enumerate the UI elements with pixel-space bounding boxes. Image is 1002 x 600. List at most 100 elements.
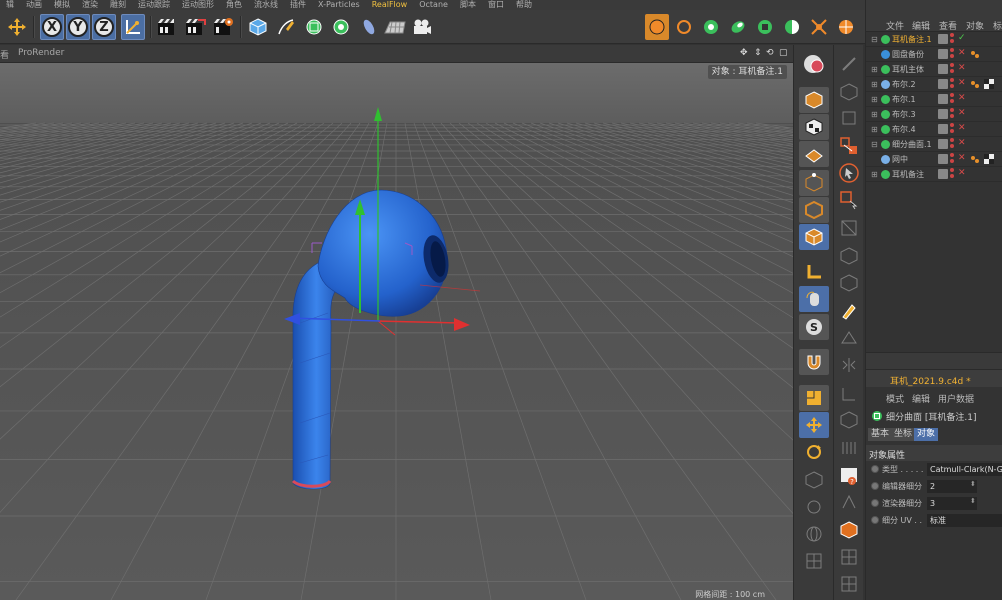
viewport-canvas[interactable] (0, 63, 793, 600)
enable-toggle-icon[interactable]: ✓ (958, 33, 966, 43)
visibility-dots-icon[interactable] (950, 168, 955, 180)
render-region-button[interactable] (799, 51, 829, 77)
visibility-dots-icon[interactable] (950, 153, 955, 165)
visibility-dots-icon[interactable] (950, 138, 955, 150)
menu-animate[interactable]: 动画 (20, 0, 48, 9)
z-axis-lock-button[interactable]: Z (92, 14, 116, 40)
layer-swatch-icon[interactable] (938, 169, 948, 179)
x-axis-lock-button[interactable]: X (40, 14, 64, 40)
viewport-updown-icon[interactable]: ⇕ (754, 48, 762, 58)
enable-toggle-icon[interactable]: ✕ (958, 153, 966, 163)
edges-mode-button[interactable] (799, 197, 829, 223)
cloner-button[interactable] (329, 14, 353, 40)
menu-xparticles[interactable]: X-Particles (312, 0, 366, 9)
loop-cut-button[interactable] (834, 270, 864, 296)
am-menu-mode[interactable]: 模式 (886, 392, 904, 405)
object-row[interactable]: ⊞ 布尔.1 ✕ (866, 92, 1002, 107)
tab-object[interactable]: 对象 (914, 428, 939, 441)
help-tool-button[interactable]: ? (834, 463, 864, 489)
om-menu-view[interactable]: 查看 (939, 19, 957, 32)
knife-tool-button[interactable] (834, 51, 864, 77)
points-mode-button[interactable] (799, 170, 829, 196)
disabled-tool-2-button[interactable] (799, 494, 829, 520)
menu-plugins[interactable]: 插件 (284, 0, 312, 9)
om-menu-objects[interactable]: 对象 (966, 19, 984, 32)
workplane-move-button[interactable] (799, 412, 829, 438)
menu-sculpt[interactable]: 雕刻 (104, 0, 132, 9)
checker-tag-icon[interactable] (984, 154, 994, 164)
enable-toggle-icon[interactable]: ✕ (958, 138, 966, 148)
subdivide-uv-dropdown[interactable]: 标准 (927, 514, 1002, 527)
render-subdivision-stepper[interactable]: ⬍ (970, 497, 976, 505)
menu-simulate[interactable]: 模拟 (48, 0, 76, 9)
visibility-dots-icon[interactable] (950, 123, 955, 135)
expand-toggle-icon[interactable]: ⊞ (871, 170, 878, 179)
octane-tool-2-button[interactable] (699, 14, 723, 40)
am-menu-userdata[interactable]: 用户数据 (938, 392, 974, 405)
brush-tool-button[interactable] (834, 298, 864, 324)
subdivide-uv-keyframe-toggle[interactable] (871, 516, 879, 524)
menu-octane[interactable]: Octane (413, 0, 454, 9)
tab-coord[interactable]: 坐标 (891, 428, 916, 441)
workplane-mode-button[interactable] (799, 141, 829, 167)
disabled-tool-4-button[interactable] (799, 548, 829, 574)
octane-tool-7-button[interactable] (834, 14, 858, 40)
polygons-mode-button[interactable] (799, 224, 829, 250)
extrude-tool-button[interactable] (834, 79, 864, 105)
layer-swatch-icon[interactable] (938, 49, 948, 59)
move-tool-button[interactable] (5, 14, 29, 40)
render-subdivision-keyframe-toggle[interactable] (871, 499, 879, 507)
octane-tool-6-button[interactable] (807, 14, 831, 40)
orange-cube-tool-button[interactable] (834, 517, 864, 543)
model-mode-button[interactable] (799, 87, 829, 113)
axis-mode-button[interactable] (799, 259, 829, 285)
octane-tool-5-button[interactable] (780, 14, 804, 40)
expand-toggle-icon[interactable]: ⊟ (871, 35, 878, 44)
type-keyframe-toggle[interactable] (871, 465, 879, 473)
enable-toggle-icon[interactable]: ✕ (958, 78, 966, 88)
viewport-rotate-icon[interactable]: ⟲ (766, 48, 774, 58)
bridge-tool-button[interactable] (834, 243, 864, 269)
layer-swatch-icon[interactable] (938, 154, 948, 164)
viewport-navigate-icon[interactable]: ✥ (740, 48, 748, 58)
object-row[interactable]: ⊞ 耳机主体 ✕ (866, 62, 1002, 77)
array-tool-button[interactable] (834, 435, 864, 461)
om-menu-edit[interactable]: 编辑 (912, 19, 930, 32)
texture-mode-button[interactable] (799, 114, 829, 140)
visibility-dots-icon[interactable] (950, 108, 955, 120)
expand-toggle-icon[interactable]: ⊞ (871, 65, 878, 74)
expand-toggle-icon[interactable]: ⊞ (871, 80, 878, 89)
menu-character[interactable]: 角色 (220, 0, 248, 9)
layer-swatch-icon[interactable] (938, 34, 948, 44)
polygon-pen-button[interactable] (834, 544, 864, 570)
3d-viewport[interactable]: 对象 : 耳机备注.1 网格间距 : 100 cm (0, 63, 793, 600)
enable-toggle-icon[interactable]: ✕ (958, 48, 966, 58)
render-settings-button[interactable] (211, 14, 235, 40)
solo-mode-button[interactable]: S (799, 314, 829, 340)
am-menu-edit[interactable]: 编辑 (912, 392, 930, 405)
layer-swatch-icon[interactable] (938, 94, 948, 104)
octane-tool-3-button[interactable] (726, 14, 750, 40)
expand-toggle-icon[interactable]: ⊞ (871, 125, 878, 134)
enable-toggle-icon[interactable]: ✕ (958, 123, 966, 133)
object-row[interactable]: ⊟ 耳机备注.1 ✓ (866, 32, 1002, 47)
selection-group-button[interactable] (834, 133, 864, 159)
object-row[interactable]: ⊞ 布尔.3 ✕ (866, 107, 1002, 122)
om-menu-file[interactable]: 文件 (886, 19, 904, 32)
stitch-tool-button[interactable] (834, 489, 864, 515)
visibility-dots-icon[interactable] (950, 78, 955, 90)
cube-primitive-button[interactable] (246, 14, 270, 40)
viewport-menu-view[interactable]: 看 (0, 48, 9, 61)
layer-swatch-icon[interactable] (938, 64, 948, 74)
normal-move-button[interactable] (834, 381, 864, 407)
magnet-tool-button[interactable] (834, 325, 864, 351)
editor-subdivision-keyframe-toggle[interactable] (871, 482, 879, 490)
mirror-tool-button[interactable] (834, 352, 864, 378)
visibility-dots-icon[interactable] (950, 63, 955, 75)
tweak-mode-button[interactable] (799, 286, 829, 312)
tag-icon[interactable] (970, 154, 980, 164)
octane-live-viewer-button[interactable] (645, 14, 669, 40)
rectangle-selection-button[interactable] (834, 187, 864, 213)
rotate-workplane-button[interactable] (799, 439, 829, 465)
object-row[interactable]: ⊞ 布尔.2 ✕ (866, 77, 1002, 92)
